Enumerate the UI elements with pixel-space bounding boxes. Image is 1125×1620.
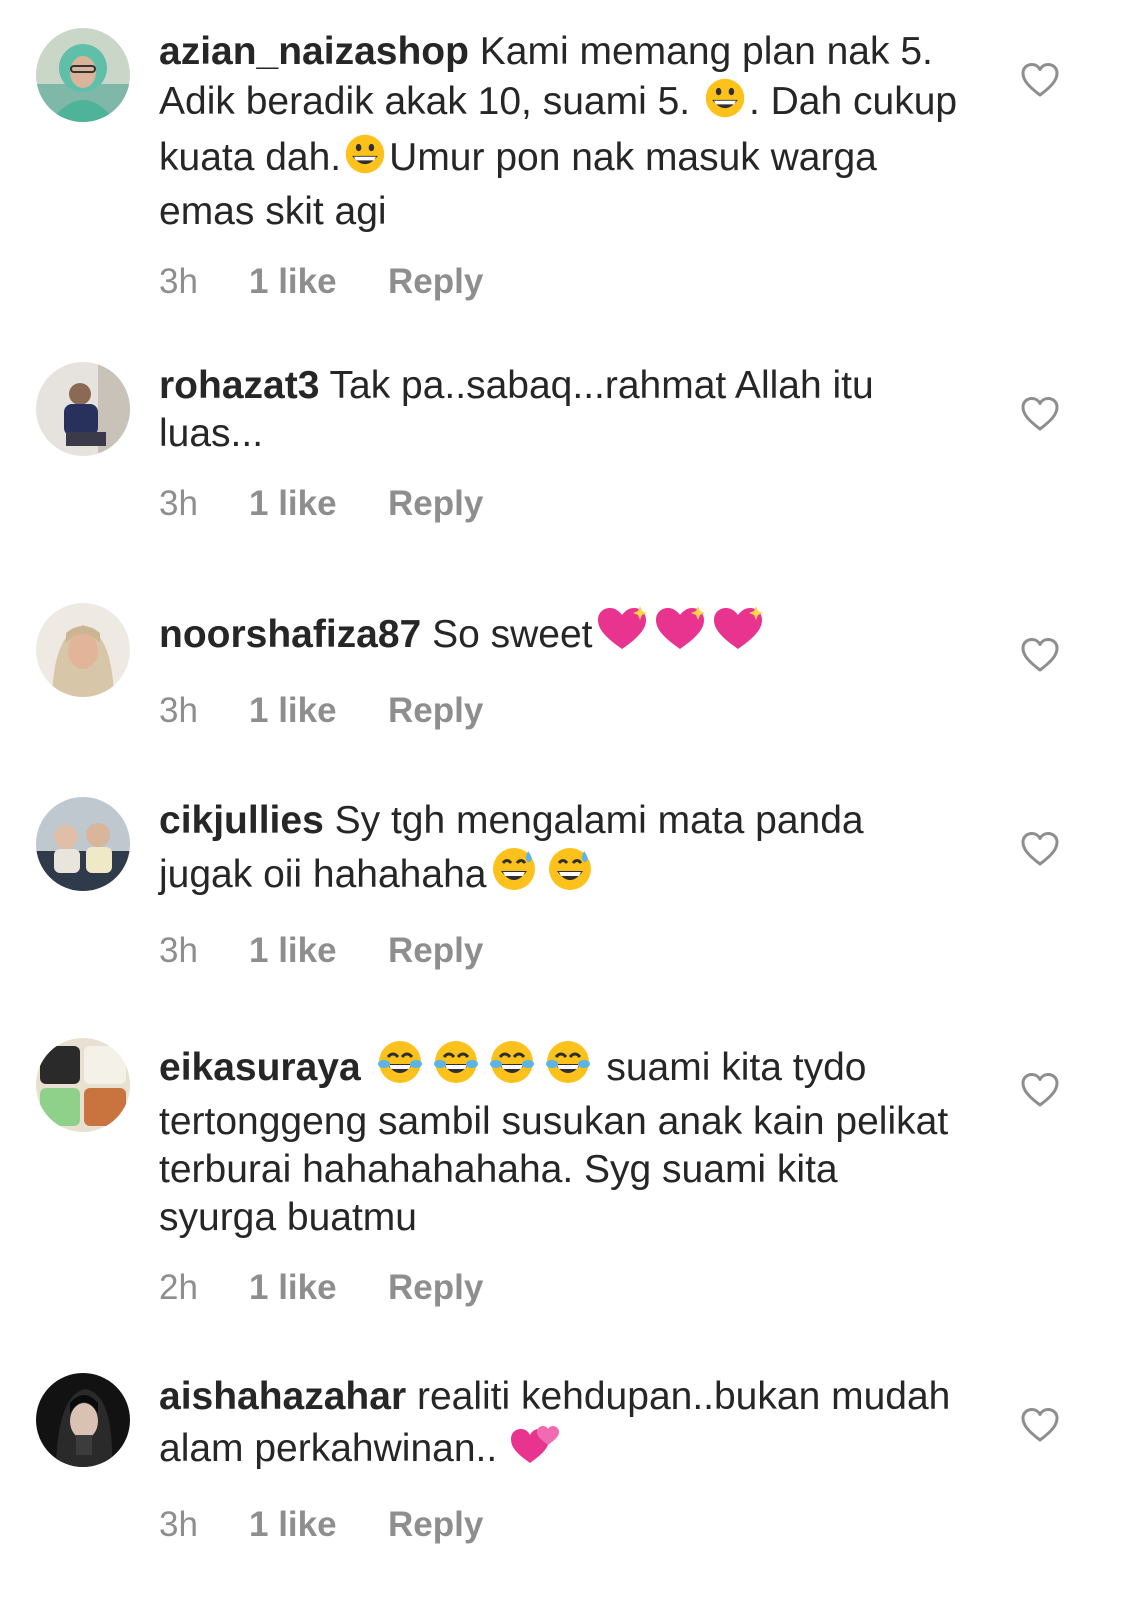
comment-meta: 3h 1 like Reply — [159, 691, 959, 731]
comment-body-text — [361, 1046, 372, 1089]
comment-text: rohazat3 Tak pa..sabaq...rahmat Allah it… — [159, 362, 959, 458]
comment-username[interactable]: noorshafiza87 — [159, 613, 421, 656]
heart-outline-icon[interactable] — [1020, 637, 1064, 677]
comment-text: azian_naizashop Kami memang plan nak 5. … — [159, 28, 959, 236]
comment-username[interactable]: azian_naizashop — [159, 30, 469, 73]
comment-timestamp: 3h — [159, 931, 198, 970]
reply-button[interactable]: Reply — [388, 262, 483, 302]
tears-of-joy-icon — [428, 1038, 484, 1098]
comment-meta: 3h 1 like Reply — [159, 262, 959, 302]
reply-button[interactable]: Reply — [388, 484, 483, 524]
reply-button[interactable]: Reply — [388, 691, 483, 731]
comment-timestamp: 3h — [159, 484, 198, 523]
comment-like-count[interactable]: 1 like — [249, 931, 388, 971]
comment-username[interactable]: cikjullies — [159, 799, 324, 842]
comment-meta: 3h 1 like Reply — [159, 1505, 959, 1545]
sparkling-heart-icon — [709, 603, 767, 665]
two-hearts-icon — [508, 1421, 562, 1479]
avatar[interactable] — [36, 28, 130, 122]
comment-like-count[interactable]: 1 like — [249, 484, 388, 524]
grinning-face-icon — [341, 132, 389, 188]
comment-timestamp: 3h — [159, 691, 198, 730]
reply-button[interactable]: Reply — [388, 931, 483, 971]
comment-timestamp: 3h — [159, 262, 198, 301]
tears-of-joy-icon — [484, 1038, 540, 1098]
avatar[interactable] — [36, 797, 130, 891]
reply-button[interactable]: Reply — [388, 1268, 483, 1308]
comment-text: aishahazahar realiti kehdupan..bukan mud… — [159, 1373, 959, 1479]
comment-username[interactable]: aishahazahar — [159, 1375, 406, 1418]
comment-meta: 3h 1 like Reply — [159, 931, 959, 971]
sweat-smile-icon — [542, 845, 598, 905]
comment-timestamp: 2h — [159, 1268, 198, 1307]
sweat-smile-icon — [486, 845, 542, 905]
tears-of-joy-icon — [372, 1038, 428, 1098]
avatar[interactable] — [36, 362, 130, 456]
comment-like-count[interactable]: 1 like — [249, 691, 388, 731]
comment-meta: 2h 1 like Reply — [159, 1268, 959, 1308]
reply-button[interactable]: Reply — [388, 1505, 483, 1545]
sparkling-heart-icon — [593, 603, 651, 665]
comment-text: cikjullies Sy tgh mengalami mata panda j… — [159, 797, 959, 905]
heart-outline-icon[interactable] — [1020, 62, 1064, 102]
comment-like-count[interactable]: 1 like — [249, 1268, 388, 1308]
grinning-face-icon — [701, 76, 749, 132]
comment-body-text: So sweet — [421, 613, 593, 656]
comment-text: eikasuraya suami kita tydo tertonggeng s… — [159, 1038, 959, 1242]
sparkling-heart-icon — [651, 603, 709, 665]
avatar[interactable] — [36, 1373, 130, 1467]
comment-timestamp: 3h — [159, 1505, 198, 1544]
avatar[interactable] — [36, 603, 130, 697]
heart-outline-icon[interactable] — [1020, 831, 1064, 871]
comment-like-count[interactable]: 1 like — [249, 262, 388, 302]
comment-like-count[interactable]: 1 like — [249, 1505, 388, 1545]
heart-outline-icon[interactable] — [1020, 396, 1064, 436]
comment-meta: 3h 1 like Reply — [159, 484, 959, 524]
heart-outline-icon[interactable] — [1020, 1072, 1064, 1112]
tears-of-joy-icon — [540, 1038, 596, 1098]
comment-username[interactable]: eikasuraya — [159, 1046, 361, 1089]
comment-text: noorshafiza87 So sweet — [159, 603, 959, 665]
heart-outline-icon[interactable] — [1020, 1407, 1064, 1447]
avatar[interactable] — [36, 1038, 130, 1132]
comment-username[interactable]: rohazat3 — [159, 364, 319, 407]
